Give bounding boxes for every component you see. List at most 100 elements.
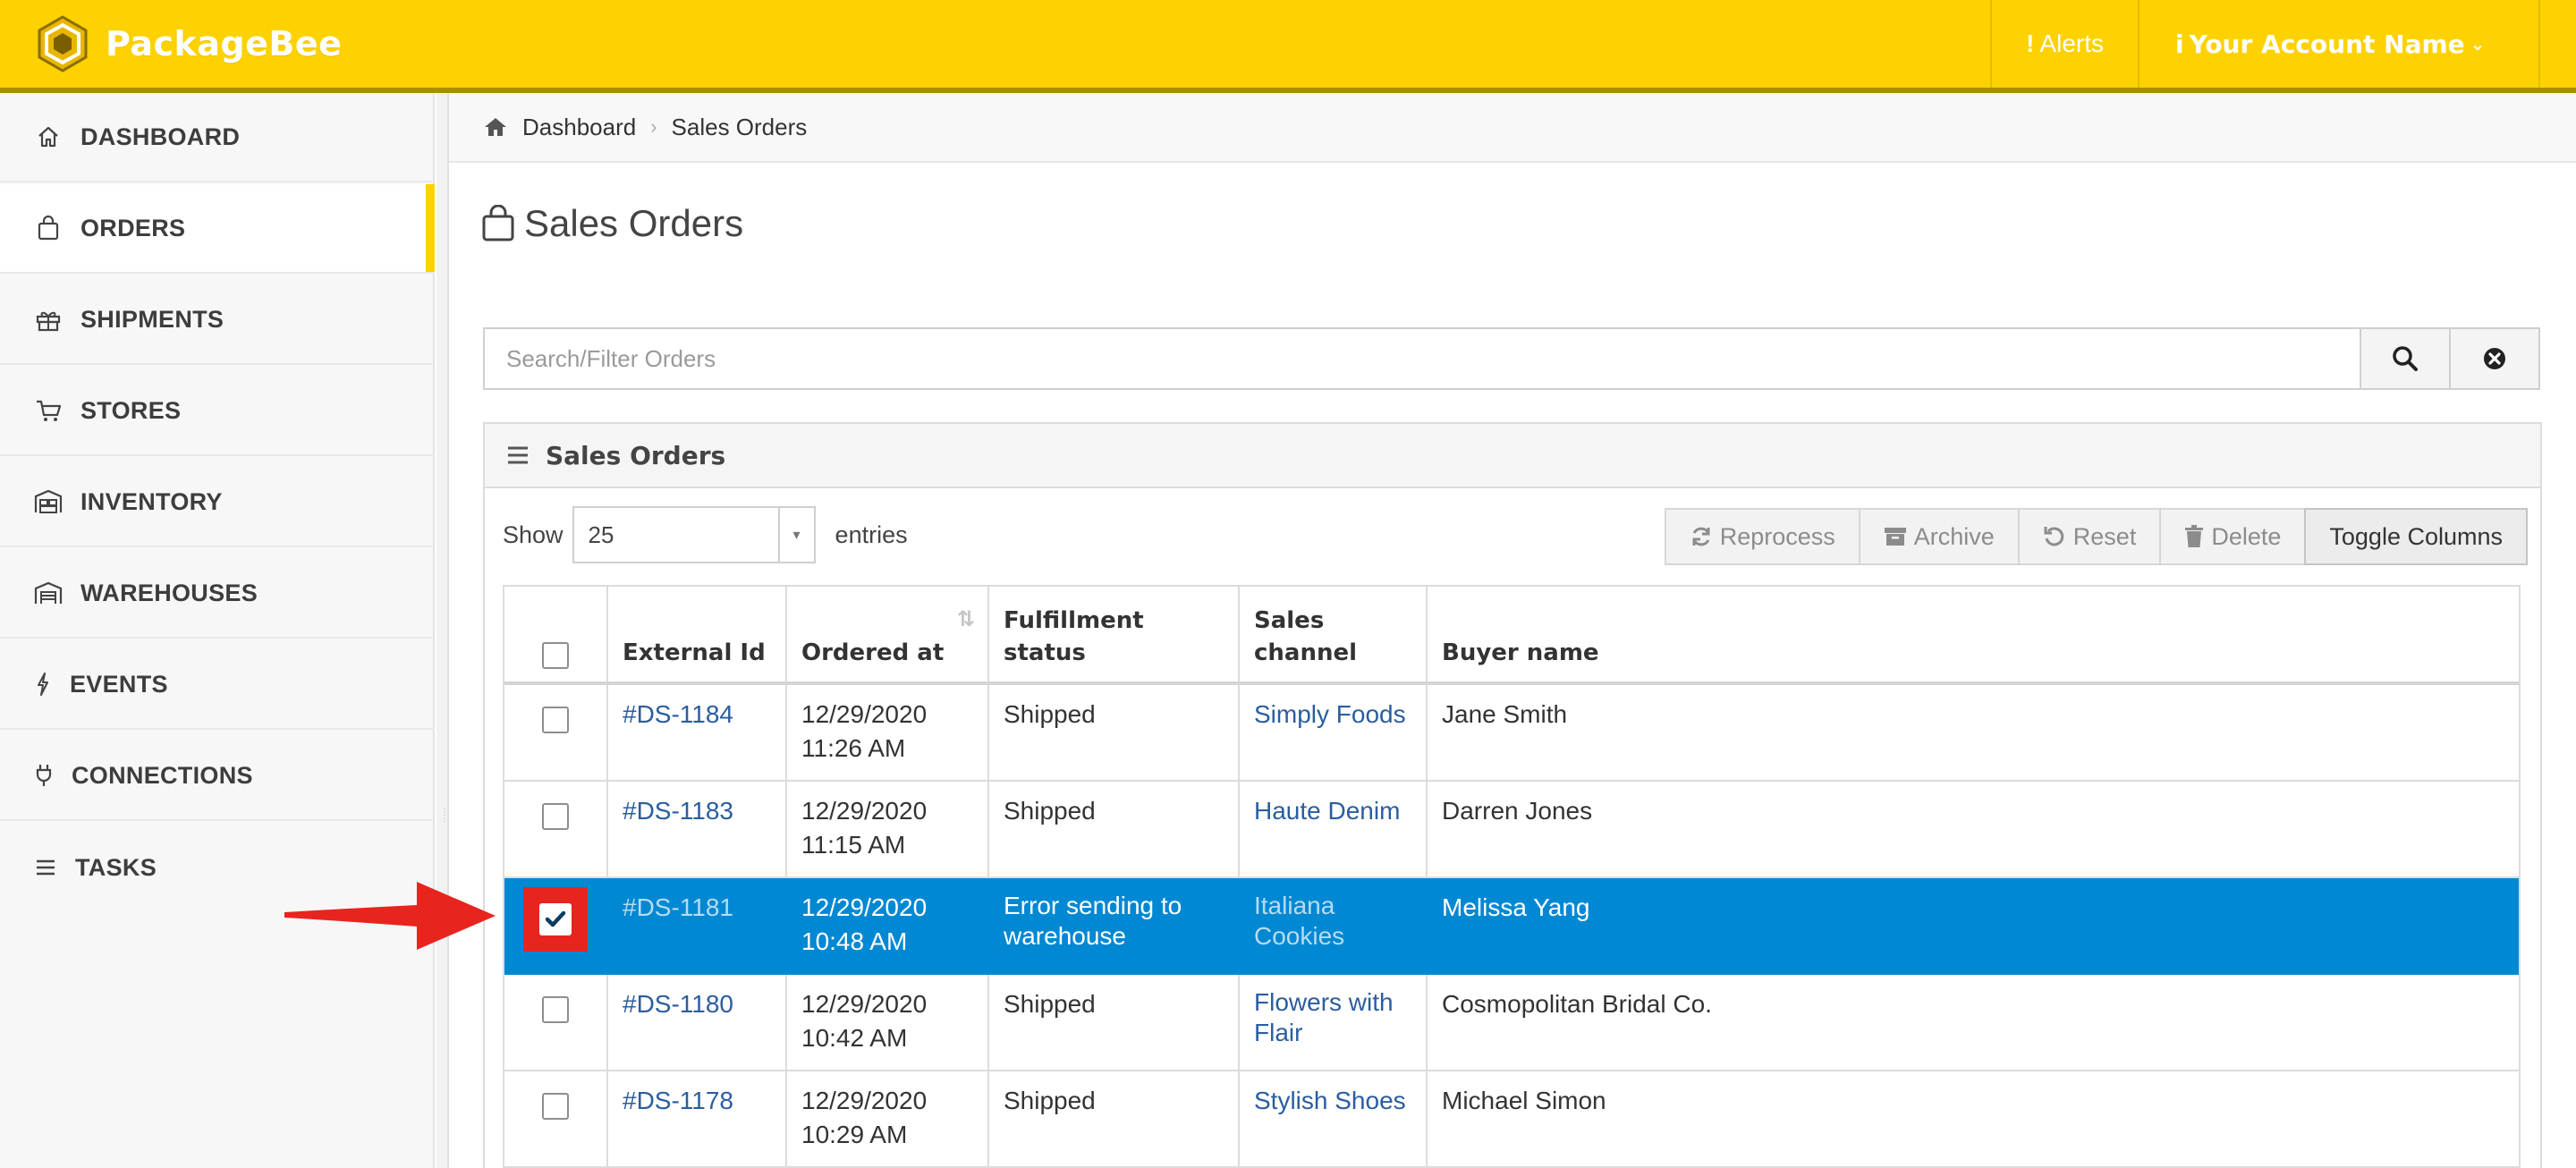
table-row[interactable]: #DS-1184 12/29/2020 11:26 AM Shipped Simp…: [504, 685, 2519, 782]
sales-channel-link[interactable]: Haute Denim: [1254, 797, 1400, 825]
account-menu[interactable]: i Your Account Name ⌄: [2138, 0, 2540, 88]
row-select-cell: [504, 782, 608, 876]
row-select-cell: [504, 878, 608, 973]
sidebar-item-connections[interactable]: CONNECTIONS: [0, 732, 435, 821]
undo-icon: [2043, 525, 2066, 548]
external-id-cell: #DS-1181: [608, 878, 787, 973]
reset-label: Reset: [2072, 522, 2137, 550]
sidebar-item-stores[interactable]: STORES: [0, 367, 435, 456]
select-all-cell: [504, 587, 608, 681]
plug-icon: [34, 761, 54, 790]
external-id-link[interactable]: #DS-1184: [623, 700, 733, 728]
cart-icon: [34, 396, 63, 425]
channel-cell: Simply Foods: [1240, 685, 1428, 780]
search-button[interactable]: [2361, 327, 2451, 390]
close-circle-icon: [2484, 348, 2505, 369]
page-size-select[interactable]: 25 ▾: [572, 506, 816, 563]
external-id-cell: #DS-1180: [608, 975, 787, 1070]
refresh-icon: [1690, 525, 1713, 548]
breadcrumb-dashboard-link[interactable]: Dashboard: [522, 114, 636, 141]
grip-icon[interactable]: ⋮ ⋮: [440, 808, 449, 829]
entries-label: entries: [835, 521, 908, 548]
warehouse-icon: [34, 579, 63, 607]
header-ordered-at[interactable]: Ordered at ⇅: [787, 587, 989, 681]
sales-channel-link[interactable]: Flowers with Flair: [1254, 988, 1394, 1046]
row-checkbox-checked[interactable]: [539, 903, 572, 935]
alerts-menu[interactable]: ! Alerts: [1990, 0, 2138, 88]
sidebar-item-orders[interactable]: ORDERS: [0, 184, 435, 274]
hexagon-logo-icon: [38, 15, 88, 72]
buyer-cell: Melissa Yang: [1442, 893, 1590, 921]
external-id-link[interactable]: #DS-1180: [623, 990, 733, 1018]
ordered-time: 11:15 AM: [801, 831, 906, 859]
ordered-date: 12/29/2020: [801, 797, 928, 825]
table-row[interactable]: #DS-1178 12/29/2020 10:29 AM Shipped Styl…: [504, 1071, 2519, 1168]
external-id-cell: #DS-1178: [608, 1071, 787, 1166]
trash-icon: [2184, 525, 2204, 548]
ordered-time: 10:42 AM: [801, 1024, 908, 1052]
row-checkbox[interactable]: [542, 1093, 569, 1120]
channel-cell: Haute Denim: [1240, 782, 1428, 876]
shopping-bag-icon: [34, 214, 63, 242]
table-row-selected[interactable]: #DS-1181 12/29/2020 10:48 AM Error sendin…: [504, 878, 2519, 975]
sidebar-item-shipments[interactable]: SHIPMENTS: [0, 275, 435, 365]
header-fulfillment-status[interactable]: Fulfillment status: [989, 587, 1240, 681]
row-checkbox[interactable]: [542, 996, 569, 1023]
external-id-link[interactable]: #DS-1181: [623, 893, 733, 921]
ordered-at-cell: 12/29/2020 10:42 AM: [787, 975, 989, 1070]
sales-channel-link[interactable]: Italiana Cookies: [1254, 892, 1344, 950]
bulk-actions: Reprocess Archive Reset Delete Toggle Co…: [1664, 508, 2528, 565]
reset-button[interactable]: Reset: [2017, 508, 2162, 565]
sidebar-item-inventory[interactable]: INVENTORY: [0, 458, 435, 547]
header-sales-channel[interactable]: Sales channel: [1240, 587, 1428, 681]
clear-search-button[interactable]: [2451, 327, 2540, 390]
gift-icon: [34, 305, 63, 334]
reprocess-button[interactable]: Reprocess: [1664, 508, 1860, 565]
brand-name: PackageBee: [106, 24, 343, 63]
warehouse-shelves-icon: [34, 487, 63, 516]
top-navbar: PackageBee ! Alerts i Your Account Name …: [0, 0, 2576, 93]
external-id-cell: #DS-1184: [608, 685, 787, 780]
sidebar-item-label: WAREHOUSES: [80, 579, 258, 606]
sidebar-item-label: STORES: [80, 396, 182, 424]
external-id-cell: #DS-1183: [608, 782, 787, 876]
row-select-cell: [504, 975, 608, 1070]
select-all-checkbox[interactable]: [542, 642, 569, 669]
search-input[interactable]: [483, 327, 2361, 390]
sidebar-item-events[interactable]: EVENTS: [0, 640, 435, 730]
search-icon: [2393, 346, 2418, 371]
show-label: Show: [503, 521, 564, 548]
sidebar-item-warehouses[interactable]: WAREHOUSES: [0, 549, 435, 639]
archive-button[interactable]: Archive: [1858, 508, 2020, 565]
external-id-link[interactable]: #DS-1183: [623, 797, 733, 825]
header-external-id[interactable]: External Id: [608, 587, 787, 681]
row-checkbox[interactable]: [542, 803, 569, 830]
sidebar-resize-handle[interactable]: [436, 93, 449, 1168]
ordered-at-cell: 12/29/2020 10:29 AM: [787, 1071, 989, 1166]
external-id-link[interactable]: #DS-1178: [623, 1087, 733, 1114]
table-row[interactable]: #DS-1183 12/29/2020 11:15 AM Shipped Haut…: [504, 782, 2519, 878]
table-header-row: External Id Ordered at ⇅ Fulfillment sta…: [504, 587, 2519, 685]
table-row[interactable]: #DS-1180 12/29/2020 10:42 AM Shipped Flow…: [504, 975, 2519, 1071]
sidebar-item-label: TASKS: [75, 853, 157, 881]
channel-cell: Stylish Shoes: [1240, 1071, 1428, 1166]
ordered-time: 10:48 AM: [801, 927, 908, 955]
panel-title: Sales Orders: [546, 440, 726, 470]
checkmark-icon: [545, 910, 566, 927]
brand[interactable]: PackageBee: [32, 0, 342, 88]
header-buyer-name[interactable]: Buyer name: [1428, 587, 2519, 681]
sales-channel-link[interactable]: Stylish Shoes: [1254, 1087, 1406, 1114]
row-checkbox[interactable]: [542, 707, 569, 733]
toggle-columns-button[interactable]: Toggle Columns: [2304, 508, 2528, 565]
sort-icon[interactable]: ⇅: [957, 603, 975, 635]
ordered-at-cell: 12/29/2020 10:48 AM: [787, 878, 989, 973]
sales-channel-link[interactable]: Simply Foods: [1254, 700, 1406, 728]
status-cell: Shipped: [989, 1071, 1240, 1166]
ordered-at-cell: 12/29/2020 11:26 AM: [787, 685, 989, 780]
delete-button[interactable]: Delete: [2159, 508, 2307, 565]
home-icon[interactable]: [483, 116, 508, 138]
sidebar-item-dashboard[interactable]: DASHBOARD: [0, 93, 435, 182]
annotation-arrow-icon: [284, 882, 496, 950]
delete-label: Delete: [2211, 522, 2282, 550]
sidebar-item-label: INVENTORY: [80, 487, 223, 515]
